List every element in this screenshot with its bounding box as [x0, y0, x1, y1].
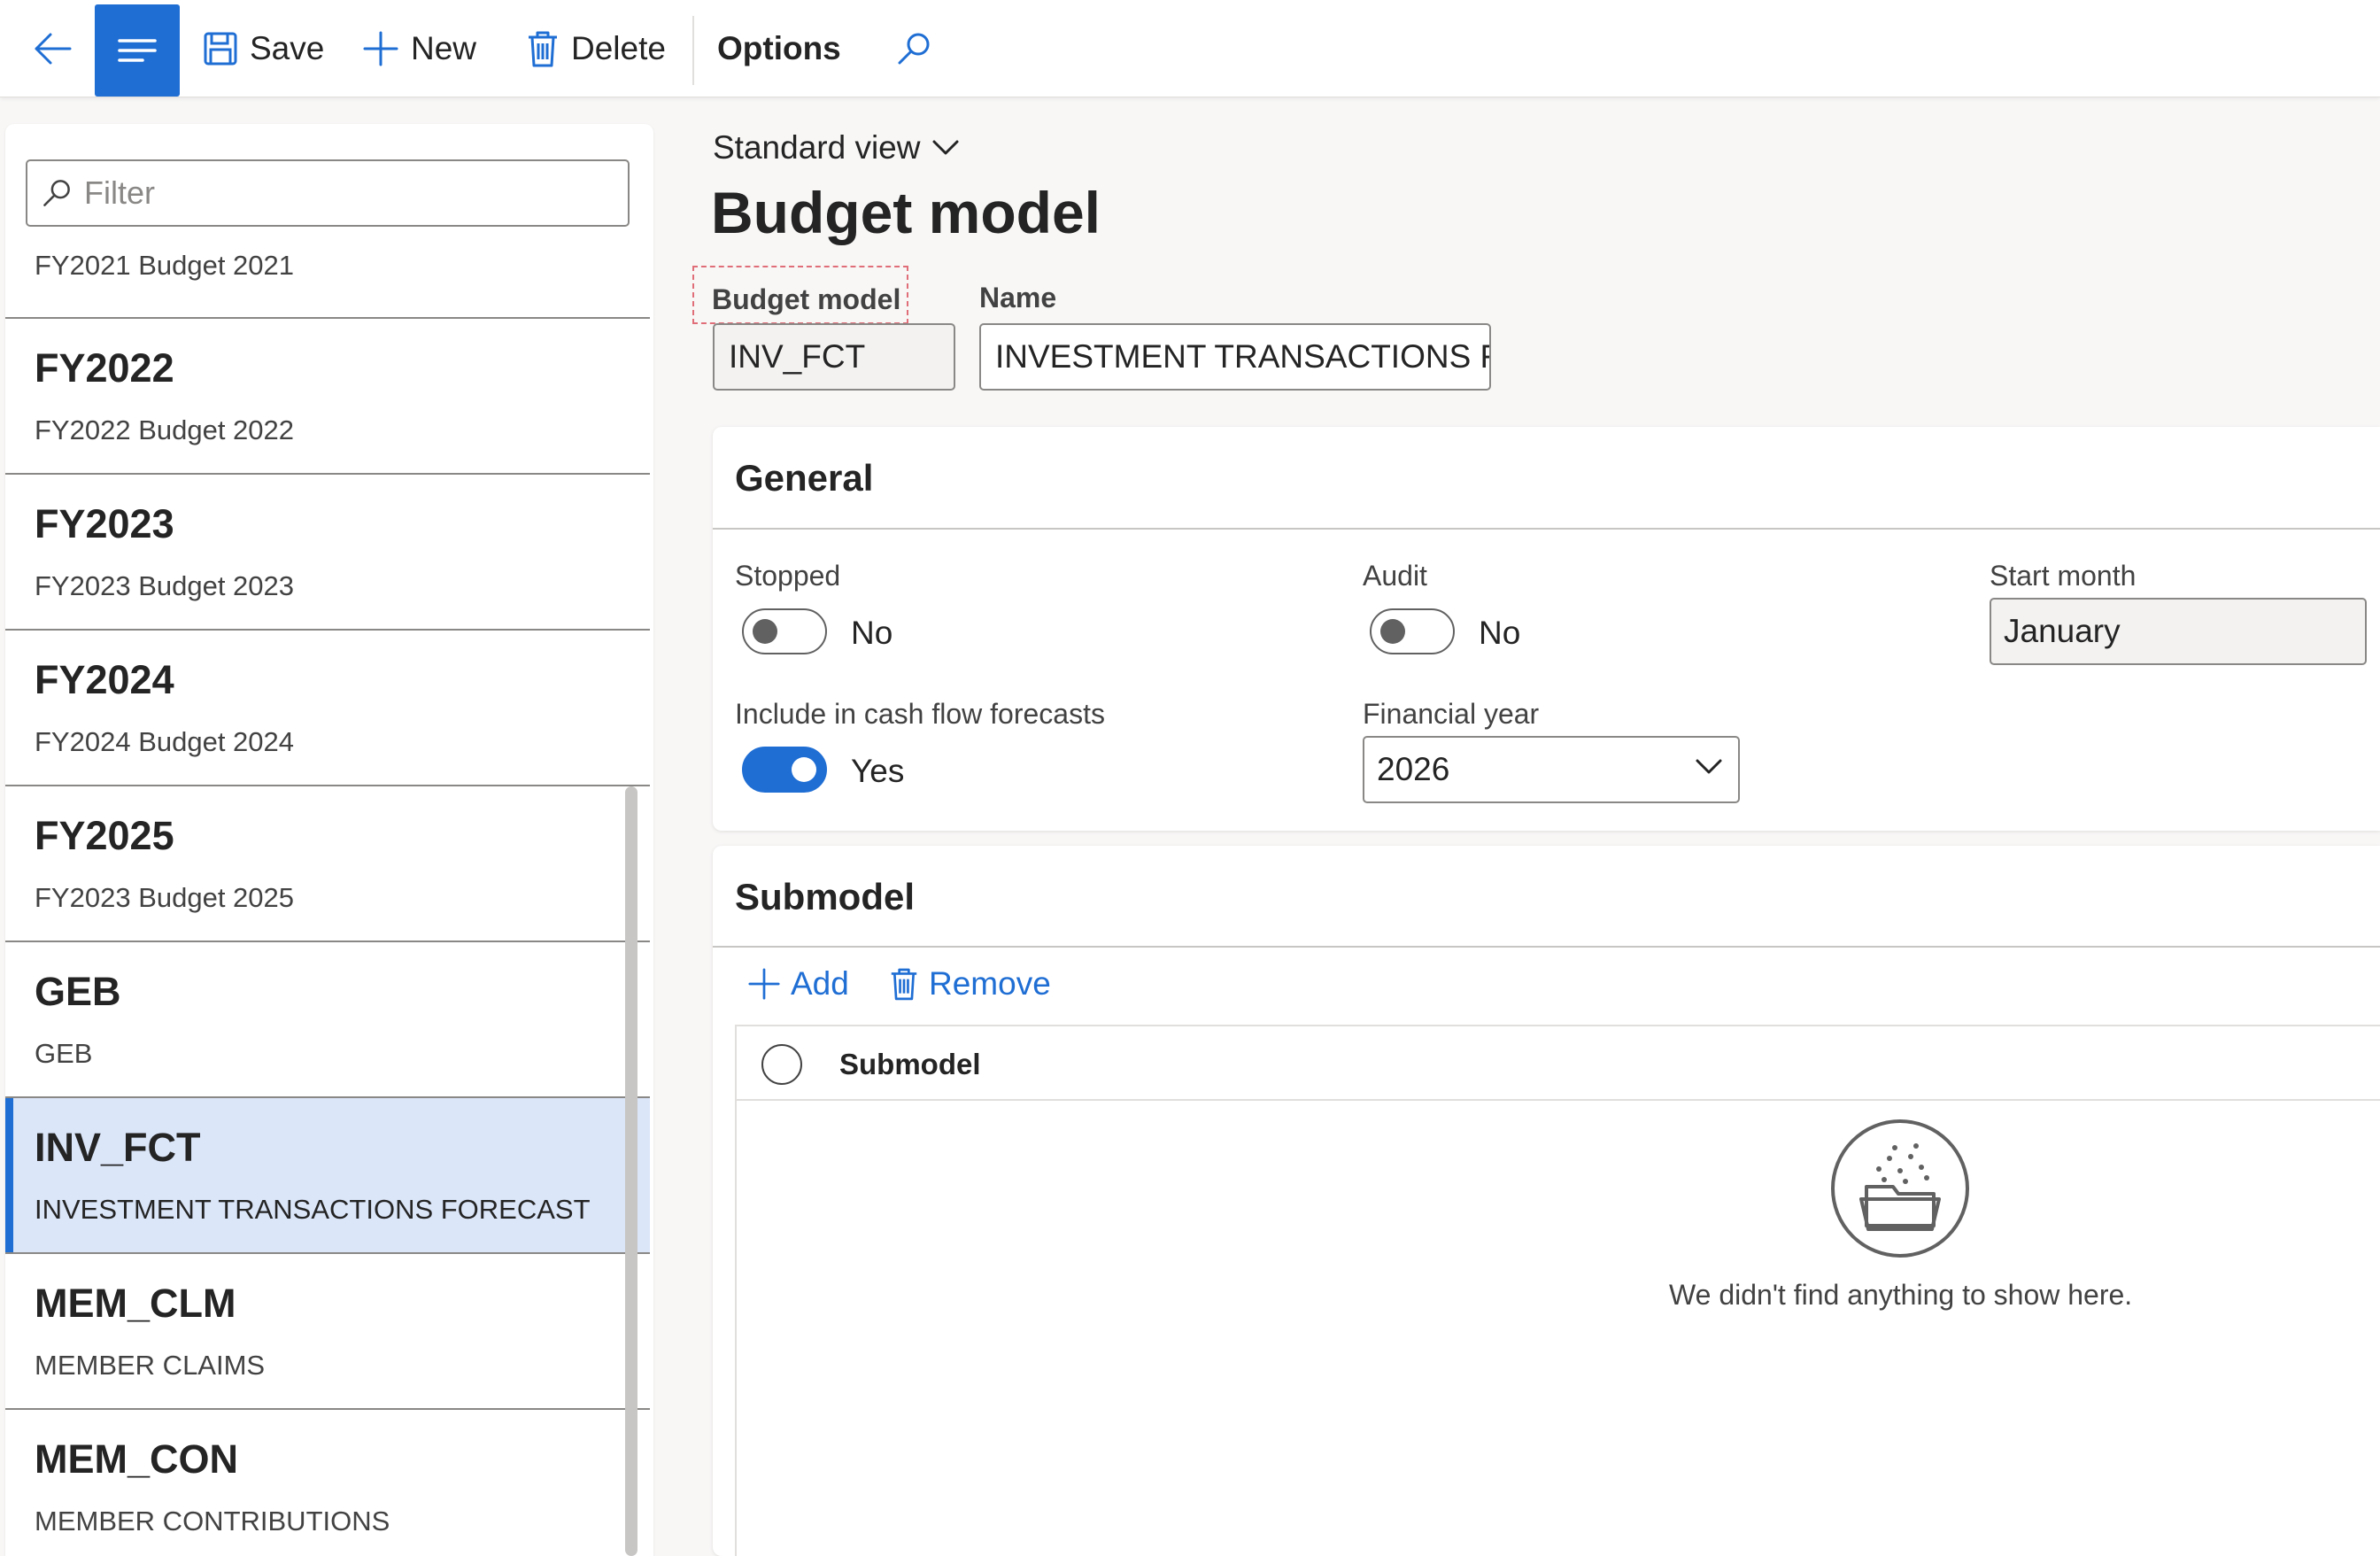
- audit-value: No: [1479, 615, 1521, 651]
- list-item-desc: FY2022 Budget 2022: [35, 414, 295, 445]
- filter-input[interactable]: [84, 174, 598, 212]
- chevron-down-icon: [1696, 759, 1722, 774]
- search-icon: [898, 33, 930, 65]
- list-item-partial-desc[interactable]: FY2021 Budget 2021: [35, 250, 294, 282]
- list-item-code: INV_FCT: [35, 1125, 201, 1170]
- select-all-checkbox[interactable]: [761, 1044, 802, 1085]
- list-item-desc: FY2023 Budget 2025: [35, 882, 295, 913]
- new-label: New: [411, 30, 477, 66]
- list-item-fy2022[interactable]: FY2022 FY2022 Budget 2022: [5, 319, 650, 475]
- back-button[interactable]: [25, 0, 80, 97]
- list-item-desc: INVESTMENT TRANSACTIONS FORECAST: [35, 1194, 591, 1225]
- list-item-desc: FY2024 Budget 2024: [35, 726, 295, 757]
- grid-header-row: Submodel: [737, 1026, 2380, 1101]
- stopped-label: Stopped: [735, 560, 841, 592]
- general-fasttab: General Stopped No Audit No Start month …: [713, 427, 2380, 831]
- list-item-mem-con[interactable]: MEM_CON MEMBER CONTRIBUTIONS: [5, 1410, 650, 1556]
- name-label: Name: [979, 282, 1057, 314]
- filter-box[interactable]: [26, 159, 630, 227]
- cash-flow-toggle[interactable]: [742, 747, 827, 793]
- remove-label: Remove: [929, 965, 1051, 1002]
- financial-year-dropdown[interactable]: 2026: [1363, 736, 1740, 803]
- list-item-inv-fct-selected[interactable]: INV_FCT INVESTMENT TRANSACTIONS FORECAST: [5, 1098, 650, 1254]
- save-button[interactable]: Save: [204, 0, 324, 97]
- general-header-divider: [713, 528, 2380, 530]
- start-month-value: January: [2004, 613, 2121, 649]
- list-item-desc: GEB: [35, 1038, 93, 1069]
- submodel-column-header[interactable]: Submodel: [839, 1048, 981, 1081]
- search-icon: [43, 180, 70, 206]
- toolbar-separator: [692, 16, 694, 85]
- list-item-mem-clm[interactable]: MEM_CLM MEMBER CLAIMS: [5, 1254, 650, 1410]
- toggle-knob: [792, 757, 816, 782]
- view-label: Standard view: [713, 129, 921, 166]
- record-list: FY2022 FY2022 Budget 2022 FY2023 FY2023 …: [5, 319, 650, 1556]
- name-field[interactable]: INVESTMENT TRANSACTIONS F...: [979, 323, 1491, 391]
- list-item-code: MEM_CLM: [35, 1281, 236, 1326]
- toggle-knob: [1380, 619, 1405, 644]
- list-lines-icon: [118, 39, 157, 62]
- trash-icon: [529, 31, 557, 67]
- list-item-code: FY2022: [35, 345, 174, 391]
- financial-year-label: Financial year: [1363, 698, 1540, 730]
- save-label: Save: [250, 30, 325, 66]
- general-header[interactable]: General: [735, 457, 873, 499]
- start-month-field[interactable]: January: [1990, 598, 2367, 665]
- show-list-button[interactable]: [95, 4, 180, 97]
- stopped-toggle[interactable]: [742, 608, 827, 654]
- list-item-code: FY2025: [35, 813, 174, 858]
- list-item-code: GEB: [35, 969, 121, 1014]
- options-menu-button[interactable]: Options: [717, 0, 841, 97]
- toggle-knob: [753, 619, 777, 644]
- budget-model-field[interactable]: INV_FCT: [713, 323, 955, 391]
- chevron-down-icon: [932, 140, 959, 155]
- budget-model-label: Budget model: [692, 266, 908, 324]
- cash-flow-value: Yes: [851, 753, 905, 789]
- page-title: Budget model: [711, 180, 1101, 245]
- list-item-desc: MEMBER CONTRIBUTIONS: [35, 1506, 390, 1537]
- stopped-value: No: [851, 615, 893, 651]
- start-month-label: Start month: [1990, 560, 2137, 592]
- add-submodel-button[interactable]: Add: [748, 965, 849, 1002]
- submodel-header[interactable]: Submodel: [735, 876, 915, 918]
- submodel-header-divider: [713, 946, 2380, 948]
- trash-icon: [891, 968, 917, 1001]
- audit-toggle[interactable]: [1370, 608, 1455, 654]
- save-disk-icon: [204, 32, 237, 66]
- back-arrow-icon: [35, 33, 72, 65]
- add-label: Add: [791, 965, 849, 1002]
- list-item-code: FY2023: [35, 501, 174, 546]
- cash-flow-label: Include in cash flow forecasts: [735, 698, 1105, 730]
- list-item-code: FY2024: [35, 657, 174, 702]
- list-item-desc: FY2023 Budget 2023: [35, 570, 295, 601]
- search-button[interactable]: [896, 0, 931, 97]
- financial-year-value: 2026: [1377, 751, 1450, 787]
- list-item-desc: MEMBER CLAIMS: [35, 1350, 266, 1381]
- delete-label: Delete: [571, 30, 666, 66]
- options-label: Options: [717, 30, 841, 66]
- remove-submodel-button[interactable]: Remove: [890, 965, 1051, 1002]
- view-selector[interactable]: Standard view: [713, 129, 959, 166]
- audit-label: Audit: [1363, 560, 1427, 592]
- empty-folder-icon: [1831, 1119, 1969, 1258]
- empty-state-text: We didn't find anything to show here.: [1669, 1279, 2133, 1311]
- plus-icon: [748, 968, 780, 1000]
- plus-icon: [363, 31, 398, 66]
- list-item-fy2025[interactable]: FY2025 FY2023 Budget 2025: [5, 786, 650, 942]
- submodel-grid: Submodel: [735, 1025, 2380, 1556]
- list-item-geb[interactable]: GEB GEB: [5, 942, 650, 1098]
- list-scrollbar[interactable]: [625, 786, 638, 1556]
- action-pane-toolbar: Save New Delete Options: [0, 0, 2380, 97]
- list-item-fy2023[interactable]: FY2023 FY2023 Budget 2023: [5, 475, 650, 631]
- list-item-code: MEM_CON: [35, 1436, 239, 1482]
- new-button[interactable]: New: [363, 0, 476, 97]
- delete-button[interactable]: Delete: [527, 0, 666, 97]
- list-item-fy2024[interactable]: FY2024 FY2024 Budget 2024: [5, 631, 650, 786]
- record-list-pane: FY2021 Budget 2021 FY2022 FY2022 Budget …: [5, 124, 653, 1556]
